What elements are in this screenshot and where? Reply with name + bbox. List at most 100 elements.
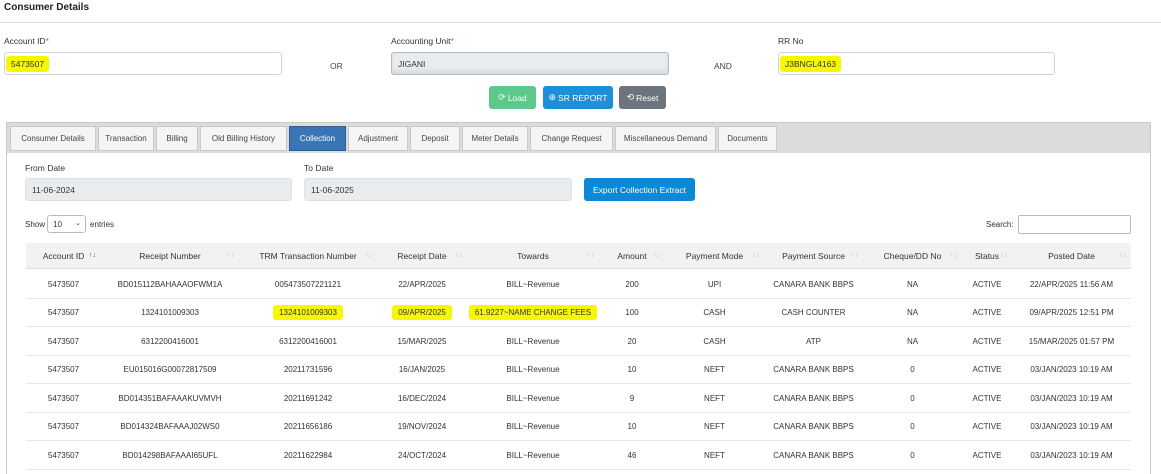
accounting-unit-select[interactable]: JIGANI [391,52,669,75]
sort-icon: ↑↓ [587,252,594,259]
cell-receipt-date: 15/MAR/2025 [377,327,467,355]
cell-text: 5473507 [47,422,80,431]
cell-text: ACTIVE [972,336,1002,346]
col-receipt-number[interactable]: Receipt Number ↑↓ [101,243,239,269]
cell-payment-mode: NEFT [665,384,764,412]
cell-towards: BILL~Revenue [467,441,599,469]
cell-payment-mode: CASH [665,327,764,355]
cell-status: ACTIVE [962,327,1012,355]
cell-text: 100 [625,308,639,317]
sort-icon: ↑↓ [653,252,660,259]
tab-miscellaneous-demand[interactable]: Miscellaneous Demand [615,126,716,151]
cell-text: 5473507 [47,450,80,460]
cell-text: 10 [627,422,637,431]
cell-payment-source: CANARA BANK BBPS [764,413,863,441]
cell-receipt-number: BD015112BAHAAAOFWM1A [101,270,239,298]
col-trm-transaction-number[interactable]: TRM Transaction Number ↑↓ [239,243,377,269]
cell-text: NA [906,336,919,346]
reset-button[interactable]: ⟲ Reset [619,86,666,109]
cell-trm-transaction-number: 005473507221121 [239,270,377,298]
cell-posted-date: 03/JAN/2023 10:19 AM [1012,356,1131,384]
rr-no-input[interactable]: J3BNGL4163 [778,52,1055,75]
sort-icon: ↑↓ [365,252,372,259]
to-date-input[interactable]: 11-06-2025 [304,178,572,201]
cell-text: BILL~Revenue [506,450,560,460]
tab-meter-details[interactable]: Meter Details [462,126,528,151]
cell-cheque-dd-no: NA [863,299,962,327]
cell-towards: 61.9227~NAME CHANGE FEES [467,299,599,327]
cell-text: BILL~Revenue [506,365,560,374]
cell-amount: 10 [599,413,665,441]
cell-text: NA [906,308,919,317]
col-payment-source[interactable]: Payment Source ↑↓ [764,243,863,269]
col-payment-mode[interactable]: Payment Mode ↑↓ [665,243,764,269]
show-label: Show [25,220,46,229]
cell-amount: 200 [599,270,665,298]
cell-text: 03/JAN/2023 10:19 AM [1030,422,1113,431]
page-title: Consumer Details [4,2,90,13]
cell-text: 6312200416001 [279,336,337,346]
cell-posted-date: 09/APR/2025 12:51 PM [1012,299,1131,327]
tab-consumer-details[interactable]: Consumer Details [10,126,96,151]
table-row: 5473507 1324101009303 1324101009303 09/APR/… [26,299,1131,327]
cell-account-id: 5473507 [26,270,101,298]
sort-icon: ↑↓ [950,252,957,259]
cell-status: ACTIVE [962,384,1012,412]
cell-cheque-dd-no: NA [863,270,962,298]
cell-text: 61.9227~NAME CHANGE FEES [468,305,598,320]
search-label: Search: [986,220,1014,229]
rr-no-label: RR No [778,36,804,46]
tab-billing[interactable]: Billing [156,126,198,151]
tab-documents[interactable]: Documents [718,126,777,151]
load-button[interactable]: ⟳ Load [489,86,536,109]
entries-select[interactable]: 10 ⌄ [47,215,86,233]
tab-change-request[interactable]: Change Request [530,126,613,151]
cell-cheque-dd-no: NA [863,327,962,355]
search-input[interactable] [1018,215,1131,234]
cell-text: 22/APR/2025 [398,279,446,289]
cell-text: 16/JAN/2025 [398,365,446,374]
cell-text: BD014298BAFAAAI65UFL [122,450,218,460]
cell-text: 03/JAN/2023 10:19 AM [1030,450,1113,460]
tab-transaction[interactable]: Transaction [98,126,154,151]
export-collection-button[interactable]: Export Collection Extract [584,178,695,201]
cell-text: ACTIVE [972,279,1002,289]
cell-trm-transaction-number: 20211656186 [239,413,377,441]
tab-adjustment[interactable]: Adjustment [348,126,408,151]
required-mark: * [45,36,49,46]
entries-label: entries [90,220,115,229]
account-id-label: Account ID* [4,36,49,46]
col-account-id[interactable]: Account ID ↑↓ [26,243,101,269]
cell-trm-transaction-number: 6312200416001 [239,327,377,355]
account-id-input[interactable]: 5473507 [4,52,282,75]
cell-text: NEFT [704,450,725,460]
cell-account-id: 5473507 [26,327,101,355]
cell-text: CANARA BANK BBPS [773,450,854,460]
sort-icon: ↑↓ [752,252,759,259]
cell-text: NEFT [704,393,725,403]
cell-text: 0 [910,422,915,431]
from-date-input[interactable]: 11-06-2024 [25,178,292,201]
cell-account-id: 5473507 [26,441,101,469]
sort-icon: ↑↓ [455,252,462,259]
accounting-unit-value: JIGANI [398,58,426,69]
cell-receipt-date: 19/NOV/2024 [377,413,467,441]
sr-report-button[interactable]: ⊕ SR REPORT [543,86,613,109]
cell-payment-source: CANARA BANK BBPS [764,441,863,469]
cell-text: 20211656186 [283,422,333,431]
cell-text: NEFT [704,365,725,374]
col-receipt-date[interactable]: Receipt Date ↑↓ [377,243,467,269]
cell-payment-mode: NEFT [665,441,764,469]
cell-text: 09/APR/2025 12:51 PM [1029,308,1114,317]
col-posted-date[interactable]: Posted Date ↑↓ [1012,243,1131,269]
tab-deposit[interactable]: Deposit [410,126,460,151]
cell-text: BD014351BAFAAAKUVMVH [118,393,222,403]
cell-payment-source: CANARA BANK BBPS [764,384,863,412]
col-amount[interactable]: Amount ↑↓ [599,243,665,269]
tab-old-billing-history[interactable]: Old Billing History [200,126,287,151]
tab-collection[interactable]: Collection [289,126,346,151]
col-towards[interactable]: Towards ↑↓ [467,243,599,269]
col-cheque-dd-no[interactable]: Cheque/DD No ↑↓ [863,243,962,269]
col-status[interactable]: Status ↑↓ [962,243,1012,269]
cell-receipt-date: 24/OCT/2024 [377,441,467,469]
